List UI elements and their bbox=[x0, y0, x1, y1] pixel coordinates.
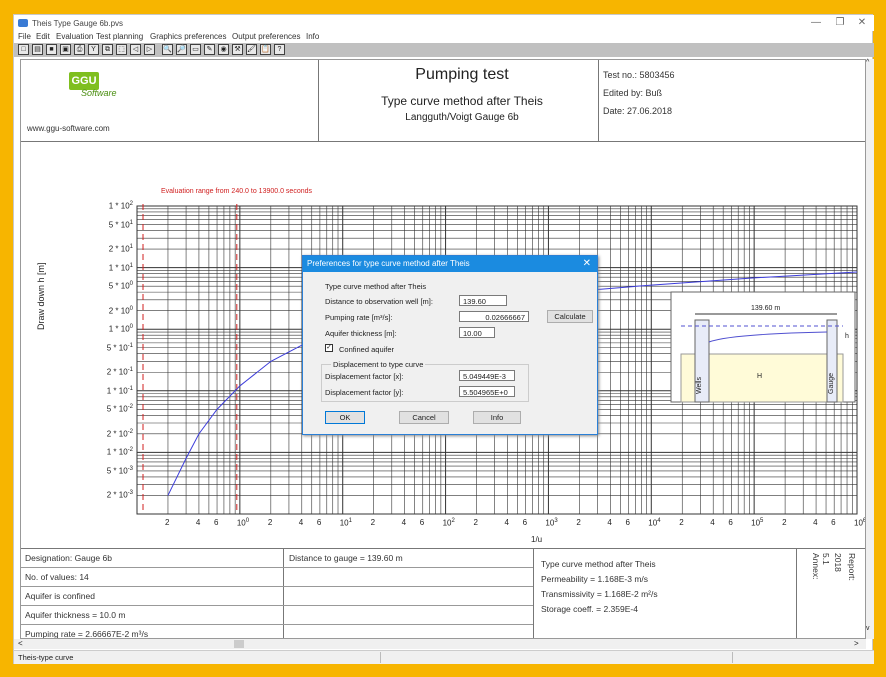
vertical-scrollbar[interactable]: ^ v bbox=[866, 59, 874, 639]
footer-thickness: Aquifer thickness = 10.0 m bbox=[25, 610, 126, 620]
thickness-label: Aquifer thickness [m]: bbox=[325, 329, 397, 338]
menu-bar: File Edit Evaluation Test planning Graph… bbox=[14, 31, 874, 43]
preferences-dialog: Preferences for type curve method after … bbox=[302, 255, 598, 435]
zoom-in-icon[interactable]: 🔍 bbox=[162, 44, 173, 55]
footer-report: Report: bbox=[847, 553, 857, 581]
footer-permeability: Permeability = 1.168E-3 m/s bbox=[541, 574, 649, 584]
confined-label: Confined aquifer bbox=[339, 345, 395, 354]
inset-distance-label: 139.60 m bbox=[751, 305, 780, 312]
scroll-right-button[interactable]: > bbox=[854, 639, 859, 648]
dialog-heading: Type curve method after Theis bbox=[325, 282, 427, 291]
page-subtitle2: Langguth/Voigt Gauge 6b bbox=[405, 112, 519, 123]
redo-icon[interactable]: ▷ bbox=[144, 44, 155, 55]
rate-label: Pumping rate [m³/s]: bbox=[325, 313, 393, 322]
report-header: GGU Software www.ggu-software.com Pumpin… bbox=[21, 60, 865, 142]
cancel-button[interactable]: Cancel bbox=[399, 411, 449, 424]
ggu-logo-sub: Software bbox=[81, 88, 117, 98]
menu-info[interactable]: Info bbox=[306, 32, 319, 41]
minimize-button[interactable]: — bbox=[804, 17, 828, 28]
dialog-title-bar: Preferences for type curve method after … bbox=[303, 256, 597, 272]
inset-wells-label: Wells bbox=[696, 377, 703, 394]
menu-test-planning[interactable]: Test planning bbox=[96, 32, 143, 41]
app-icon bbox=[18, 19, 28, 27]
displacement-x-input[interactable]: 5.049449E-3 bbox=[459, 370, 515, 381]
info-button[interactable]: Info bbox=[473, 411, 521, 424]
test-no: Test no.: 5803456 bbox=[603, 70, 675, 80]
footer-rate: Pumping rate = 2.66667E-2 m³/s bbox=[25, 629, 149, 639]
report-footer: Designation: Gauge 6b No. of values: 14 … bbox=[21, 548, 865, 639]
zoom-out-icon[interactable]: 🔎 bbox=[176, 44, 187, 55]
paint-icon[interactable]: 🖌 bbox=[246, 44, 257, 55]
footer-values: No. of values: 14 bbox=[25, 572, 89, 582]
window-icon[interactable]: ▭ bbox=[190, 44, 201, 55]
calculate-button[interactable]: Calculate bbox=[547, 310, 593, 323]
confined-checkbox[interactable]: ✓ bbox=[325, 344, 333, 352]
scroll-up-button[interactable]: ^ bbox=[866, 59, 869, 66]
window-title: Theis Type Gauge 6b.pvs bbox=[32, 19, 124, 28]
menu-output-preferences[interactable]: Output preferences bbox=[232, 32, 300, 41]
menu-evaluation[interactable]: Evaluation bbox=[56, 32, 93, 41]
open-icon[interactable]: ▤ bbox=[32, 44, 43, 55]
footer-designation: Designation: Gauge 6b bbox=[25, 553, 112, 563]
y-icon[interactable]: Y bbox=[88, 44, 99, 55]
save-icon[interactable]: ■ bbox=[46, 44, 57, 55]
title-bar: Theis Type Gauge 6b.pvs — ❐ ✕ bbox=[14, 15, 874, 31]
tools-icon[interactable]: ⚒ bbox=[232, 44, 243, 55]
coin-icon[interactable]: ◉ bbox=[218, 44, 229, 55]
select-icon[interactable]: ⬚ bbox=[116, 44, 127, 55]
help-icon[interactable]: ? bbox=[274, 44, 285, 55]
displacement-x-label: Displacement factor [x]: bbox=[325, 372, 404, 381]
print-icon[interactable]: ⎙ bbox=[74, 44, 85, 55]
save-as-icon[interactable]: ▣ bbox=[60, 44, 71, 55]
thickness-input[interactable]: 10.00 bbox=[459, 327, 495, 338]
footer-annex-no: 5.1 bbox=[821, 553, 831, 565]
report-date: Date: 27.06.2018 bbox=[603, 106, 673, 116]
menu-graphics-preferences[interactable]: Graphics preferences bbox=[150, 32, 226, 41]
status-bar: Theis-type curve bbox=[14, 650, 874, 664]
scroll-thumb[interactable] bbox=[234, 640, 244, 648]
rate-input[interactable]: 0.02666667 bbox=[459, 311, 529, 322]
footer-method: Type curve method after Theis bbox=[541, 559, 656, 569]
new-icon[interactable]: □ bbox=[18, 44, 29, 55]
horizontal-scrollbar[interactable]: < > bbox=[14, 639, 866, 649]
menu-file[interactable]: File bbox=[18, 32, 31, 41]
evaluation-range: Evaluation range from 240.0 to 13900.0 s… bbox=[161, 188, 312, 195]
menu-edit[interactable]: Edit bbox=[36, 32, 50, 41]
footer-confined: Aquifer is confined bbox=[25, 591, 95, 601]
footer-storage: Storage coeff. = 2.359E-4 bbox=[541, 604, 638, 614]
close-button[interactable]: ✕ bbox=[850, 17, 874, 28]
distance-label: Distance to observation well [m]: bbox=[325, 297, 433, 306]
dialog-close-icon[interactable]: ✕ bbox=[583, 258, 591, 269]
inset-gauge-label: Gauge bbox=[828, 373, 835, 394]
restore-button[interactable]: ❐ bbox=[828, 17, 852, 28]
footer-distance: Distance to gauge = 139.60 m bbox=[289, 553, 403, 563]
page-title: Pumping test bbox=[415, 66, 509, 83]
status-text: Theis-type curve bbox=[18, 653, 74, 662]
x-axis-label: 1/u bbox=[531, 535, 543, 544]
displacement-group-label: Displacement to type curve bbox=[331, 360, 426, 369]
dialog-title: Preferences for type curve method after … bbox=[307, 259, 470, 268]
scroll-left-button[interactable]: < bbox=[18, 639, 23, 648]
website: www.ggu-software.com bbox=[27, 124, 110, 133]
displacement-y-label: Displacement factor [y]: bbox=[325, 388, 404, 397]
inset-H-label: H bbox=[757, 373, 762, 380]
scroll-down-button[interactable]: v bbox=[866, 625, 870, 632]
edited-by: Edited by: Buß bbox=[603, 88, 663, 98]
footer-report-no: 2018 bbox=[833, 553, 843, 572]
copy-icon[interactable]: ⧉ bbox=[102, 44, 113, 55]
toolbar: □ ▤ ■ ▣ ⎙ Y ⧉ ⬚ ◁ ▷ 🔍 🔎 ▭ ✎ ◉ ⚒ 🖌 📋? bbox=[14, 43, 874, 57]
footer-annex: Annex: bbox=[811, 553, 821, 580]
distance-input[interactable]: 139.60 bbox=[459, 295, 507, 306]
inset-h-label: h bbox=[845, 333, 849, 340]
page-subtitle: Type curve method after Theis bbox=[381, 94, 543, 108]
footer-transmissivity: Transmissivity = 1.168E-2 m²/s bbox=[541, 589, 658, 599]
ok-button[interactable]: OK bbox=[325, 411, 365, 424]
displacement-y-input[interactable]: 5.504965E+0 bbox=[459, 386, 515, 397]
undo-icon[interactable]: ◁ bbox=[130, 44, 141, 55]
paste-icon[interactable]: 📋 bbox=[260, 44, 271, 55]
pen-icon[interactable]: ✎ bbox=[204, 44, 215, 55]
